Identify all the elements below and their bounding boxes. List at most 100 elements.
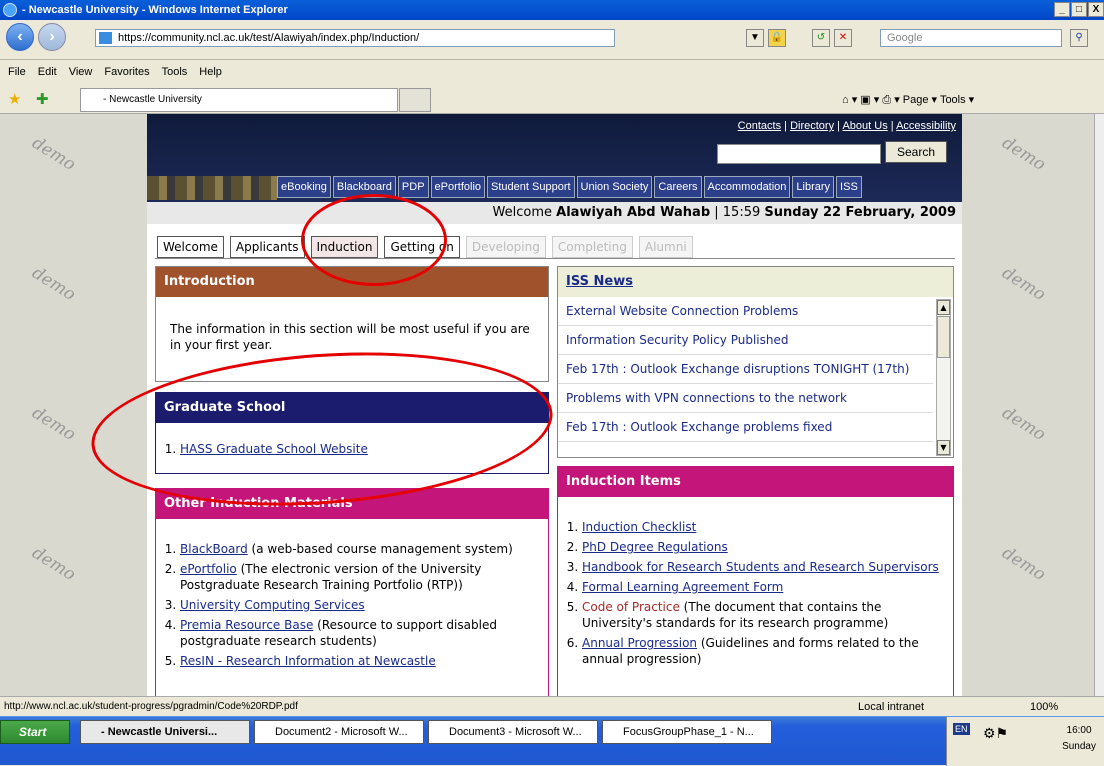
news-scrollbar[interactable]: ▲ ▼ xyxy=(936,299,951,456)
nav-ebooking[interactable]: eBooking xyxy=(277,176,331,198)
nav-eportfolio[interactable]: ePortfolio xyxy=(430,176,486,198)
nav-student-support[interactable]: Student Support xyxy=(487,176,575,198)
induction-checklist-link[interactable]: Induction Checklist xyxy=(582,520,696,534)
lock-icon[interactable]: 🔒 xyxy=(768,29,786,47)
window-titlebar: - Newcastle University - Windows Interne… xyxy=(0,0,1104,20)
news-item[interactable]: Information Security Policy Published xyxy=(558,326,933,355)
list-item: Induction Checklist xyxy=(582,519,945,535)
scroll-thumb[interactable] xyxy=(937,316,950,358)
induction-items-title: Induction Items xyxy=(558,467,953,497)
list-item: Formal Learning Agreement Form xyxy=(582,579,945,595)
home-icon[interactable]: ⌂ ▾ xyxy=(842,94,857,106)
minimize-button[interactable]: _ xyxy=(1054,2,1070,17)
phd-regulations-link[interactable]: PhD Degree Regulations xyxy=(582,540,728,554)
language-indicator[interactable]: EN xyxy=(953,723,970,735)
news-item[interactable]: Problems with VPN connections to the net… xyxy=(558,384,933,413)
directory-link[interactable]: Directory xyxy=(790,120,834,132)
menu-file[interactable]: File xyxy=(8,62,26,82)
about-us-link[interactable]: About Us xyxy=(842,120,887,132)
resin-link[interactable]: ResIN - Research Information at Newcastl… xyxy=(180,654,436,668)
add-favorite-icon[interactable]: ✚ xyxy=(36,90,49,108)
annual-progression-link[interactable]: Annual Progression xyxy=(582,636,697,650)
new-tab-button[interactable] xyxy=(399,88,431,112)
status-url: http://www.ncl.ac.uk/student-progress/pg… xyxy=(4,701,298,712)
tab-applicants[interactable]: Applicants xyxy=(229,236,305,258)
feeds-icon[interactable]: ▣ ▾ xyxy=(860,94,879,106)
browser-tab[interactable]: - Newcastle University xyxy=(80,88,398,112)
taskbar-document3[interactable]: Document3 - Microsoft W... xyxy=(428,720,598,744)
ie-icon xyxy=(3,3,17,17)
stop-icon[interactable]: ✕ xyxy=(834,29,852,47)
menu-favorites[interactable]: Favorites xyxy=(104,62,149,82)
eportfolio-link[interactable]: ePortfolio xyxy=(180,562,237,576)
menu-view[interactable]: View xyxy=(69,62,93,82)
nav-careers[interactable]: Careers xyxy=(654,176,702,198)
start-button[interactable]: Start xyxy=(0,720,70,744)
refresh-icon[interactable]: ↺ xyxy=(812,29,830,47)
clock[interactable]: 16:00 Sunday xyxy=(1062,723,1096,755)
nav-union-society[interactable]: Union Society xyxy=(576,176,653,198)
taskbar-document2[interactable]: Document2 - Microsoft W... xyxy=(254,720,424,744)
system-tray: EN ⚙⚑ 16:00 Sunday xyxy=(946,717,1104,766)
news-item[interactable]: External Website Connection Problems xyxy=(558,297,933,326)
premia-link[interactable]: Premia Resource Base xyxy=(180,618,313,632)
address-dropdown-button[interactable]: ▼ xyxy=(746,29,764,47)
news-item[interactable]: Feb 17th : Outlook Exchange disruptions … xyxy=(558,355,933,384)
site-header: Contacts | Directory | About Us | Access… xyxy=(147,114,962,224)
page-menu[interactable]: Page xyxy=(903,94,929,106)
taskbar-focusgroup[interactable]: FocusGroupPhase_1 - N... xyxy=(602,720,772,744)
scroll-down-icon[interactable]: ▼ xyxy=(937,440,950,455)
iss-news-title[interactable]: ISS News xyxy=(566,274,633,289)
welcome-time: | 15:59 xyxy=(714,205,761,220)
accessibility-link[interactable]: Accessibility xyxy=(896,120,956,132)
tab-label: - Newcastle University xyxy=(103,94,202,105)
news-item[interactable]: Feb 17th : Outlook Exchange problems fix… xyxy=(558,413,933,442)
taskbar-ie[interactable]: - Newcastle Universi... xyxy=(80,720,250,744)
scroll-up-icon[interactable]: ▲ xyxy=(937,300,950,315)
watermark: demo xyxy=(998,542,1050,586)
menu-edit[interactable]: Edit xyxy=(38,62,57,82)
other-induction-materials-panel: Other Induction Materials BlackBoard (a … xyxy=(155,488,549,696)
code-of-practice-link[interactable]: Code of Practice xyxy=(582,600,680,614)
window-title: - Newcastle University - Windows Interne… xyxy=(22,4,288,16)
user-name: Alawiyah Abd Wahab xyxy=(556,205,711,220)
security-zone: Local intranet xyxy=(858,701,925,713)
handbook-link[interactable]: Handbook for Research Students and Resea… xyxy=(582,560,939,574)
command-bar: ⌂ ▾ ▣ ▾ ⎙ ▾ Page ▾ Tools ▾ xyxy=(842,94,975,106)
page-scrollbar[interactable] xyxy=(1094,114,1104,696)
nav-library[interactable]: Library xyxy=(792,176,835,198)
site-search-button[interactable]: Search xyxy=(885,141,947,163)
site-search-input[interactable] xyxy=(717,144,881,164)
welcome-label: Welcome xyxy=(492,205,553,220)
search-icon[interactable]: ⚲ xyxy=(1070,29,1088,47)
zoom-level[interactable]: 100% xyxy=(1030,697,1058,717)
tray-icons[interactable]: ⚙⚑ xyxy=(983,725,1008,742)
contacts-link[interactable]: Contacts xyxy=(738,120,781,132)
list-item: ResIN - Research Information at Newcastl… xyxy=(180,653,538,669)
nav-accommodation[interactable]: Accommodation xyxy=(703,176,791,198)
address-field[interactable]: https://community.ncl.ac.uk/test/Alawiya… xyxy=(95,29,615,47)
tools-menu[interactable]: Tools xyxy=(940,94,966,106)
menu-help[interactable]: Help xyxy=(199,62,222,82)
menu-tools[interactable]: Tools xyxy=(162,62,188,82)
search-input[interactable]: Google xyxy=(880,29,1062,47)
forward-button[interactable]: › xyxy=(38,23,66,51)
nav-iss[interactable]: ISS xyxy=(836,176,862,198)
iss-news-panel: ISS News External Website Connection Pro… xyxy=(557,266,954,458)
favorites-star-icon[interactable]: ★ xyxy=(8,90,21,108)
learning-agreement-link[interactable]: Formal Learning Agreement Form xyxy=(582,580,783,594)
back-button[interactable]: ‹ xyxy=(6,23,34,51)
close-button[interactable]: X xyxy=(1088,2,1104,17)
list-item: BlackBoard (a web-based course managemen… xyxy=(180,541,538,557)
induction-items-panel: Induction Items Induction Checklist PhD … xyxy=(557,466,954,696)
nav-pdp[interactable]: PDP xyxy=(397,176,429,198)
tab-welcome[interactable]: Welcome xyxy=(157,236,224,258)
status-bar: http://www.ncl.ac.uk/student-progress/pg… xyxy=(0,696,1104,716)
list-item: ePortfolio (The electronic version of th… xyxy=(180,561,538,593)
tab-alumni: Alumni xyxy=(638,236,693,258)
blackboard-link[interactable]: BlackBoard xyxy=(180,542,248,556)
university-page: Contacts | Directory | About Us | Access… xyxy=(86,114,962,696)
maximize-button[interactable]: □ xyxy=(1071,2,1087,17)
print-icon[interactable]: ⎙ ▾ xyxy=(882,94,899,106)
computing-services-link[interactable]: University Computing Services xyxy=(180,598,365,612)
